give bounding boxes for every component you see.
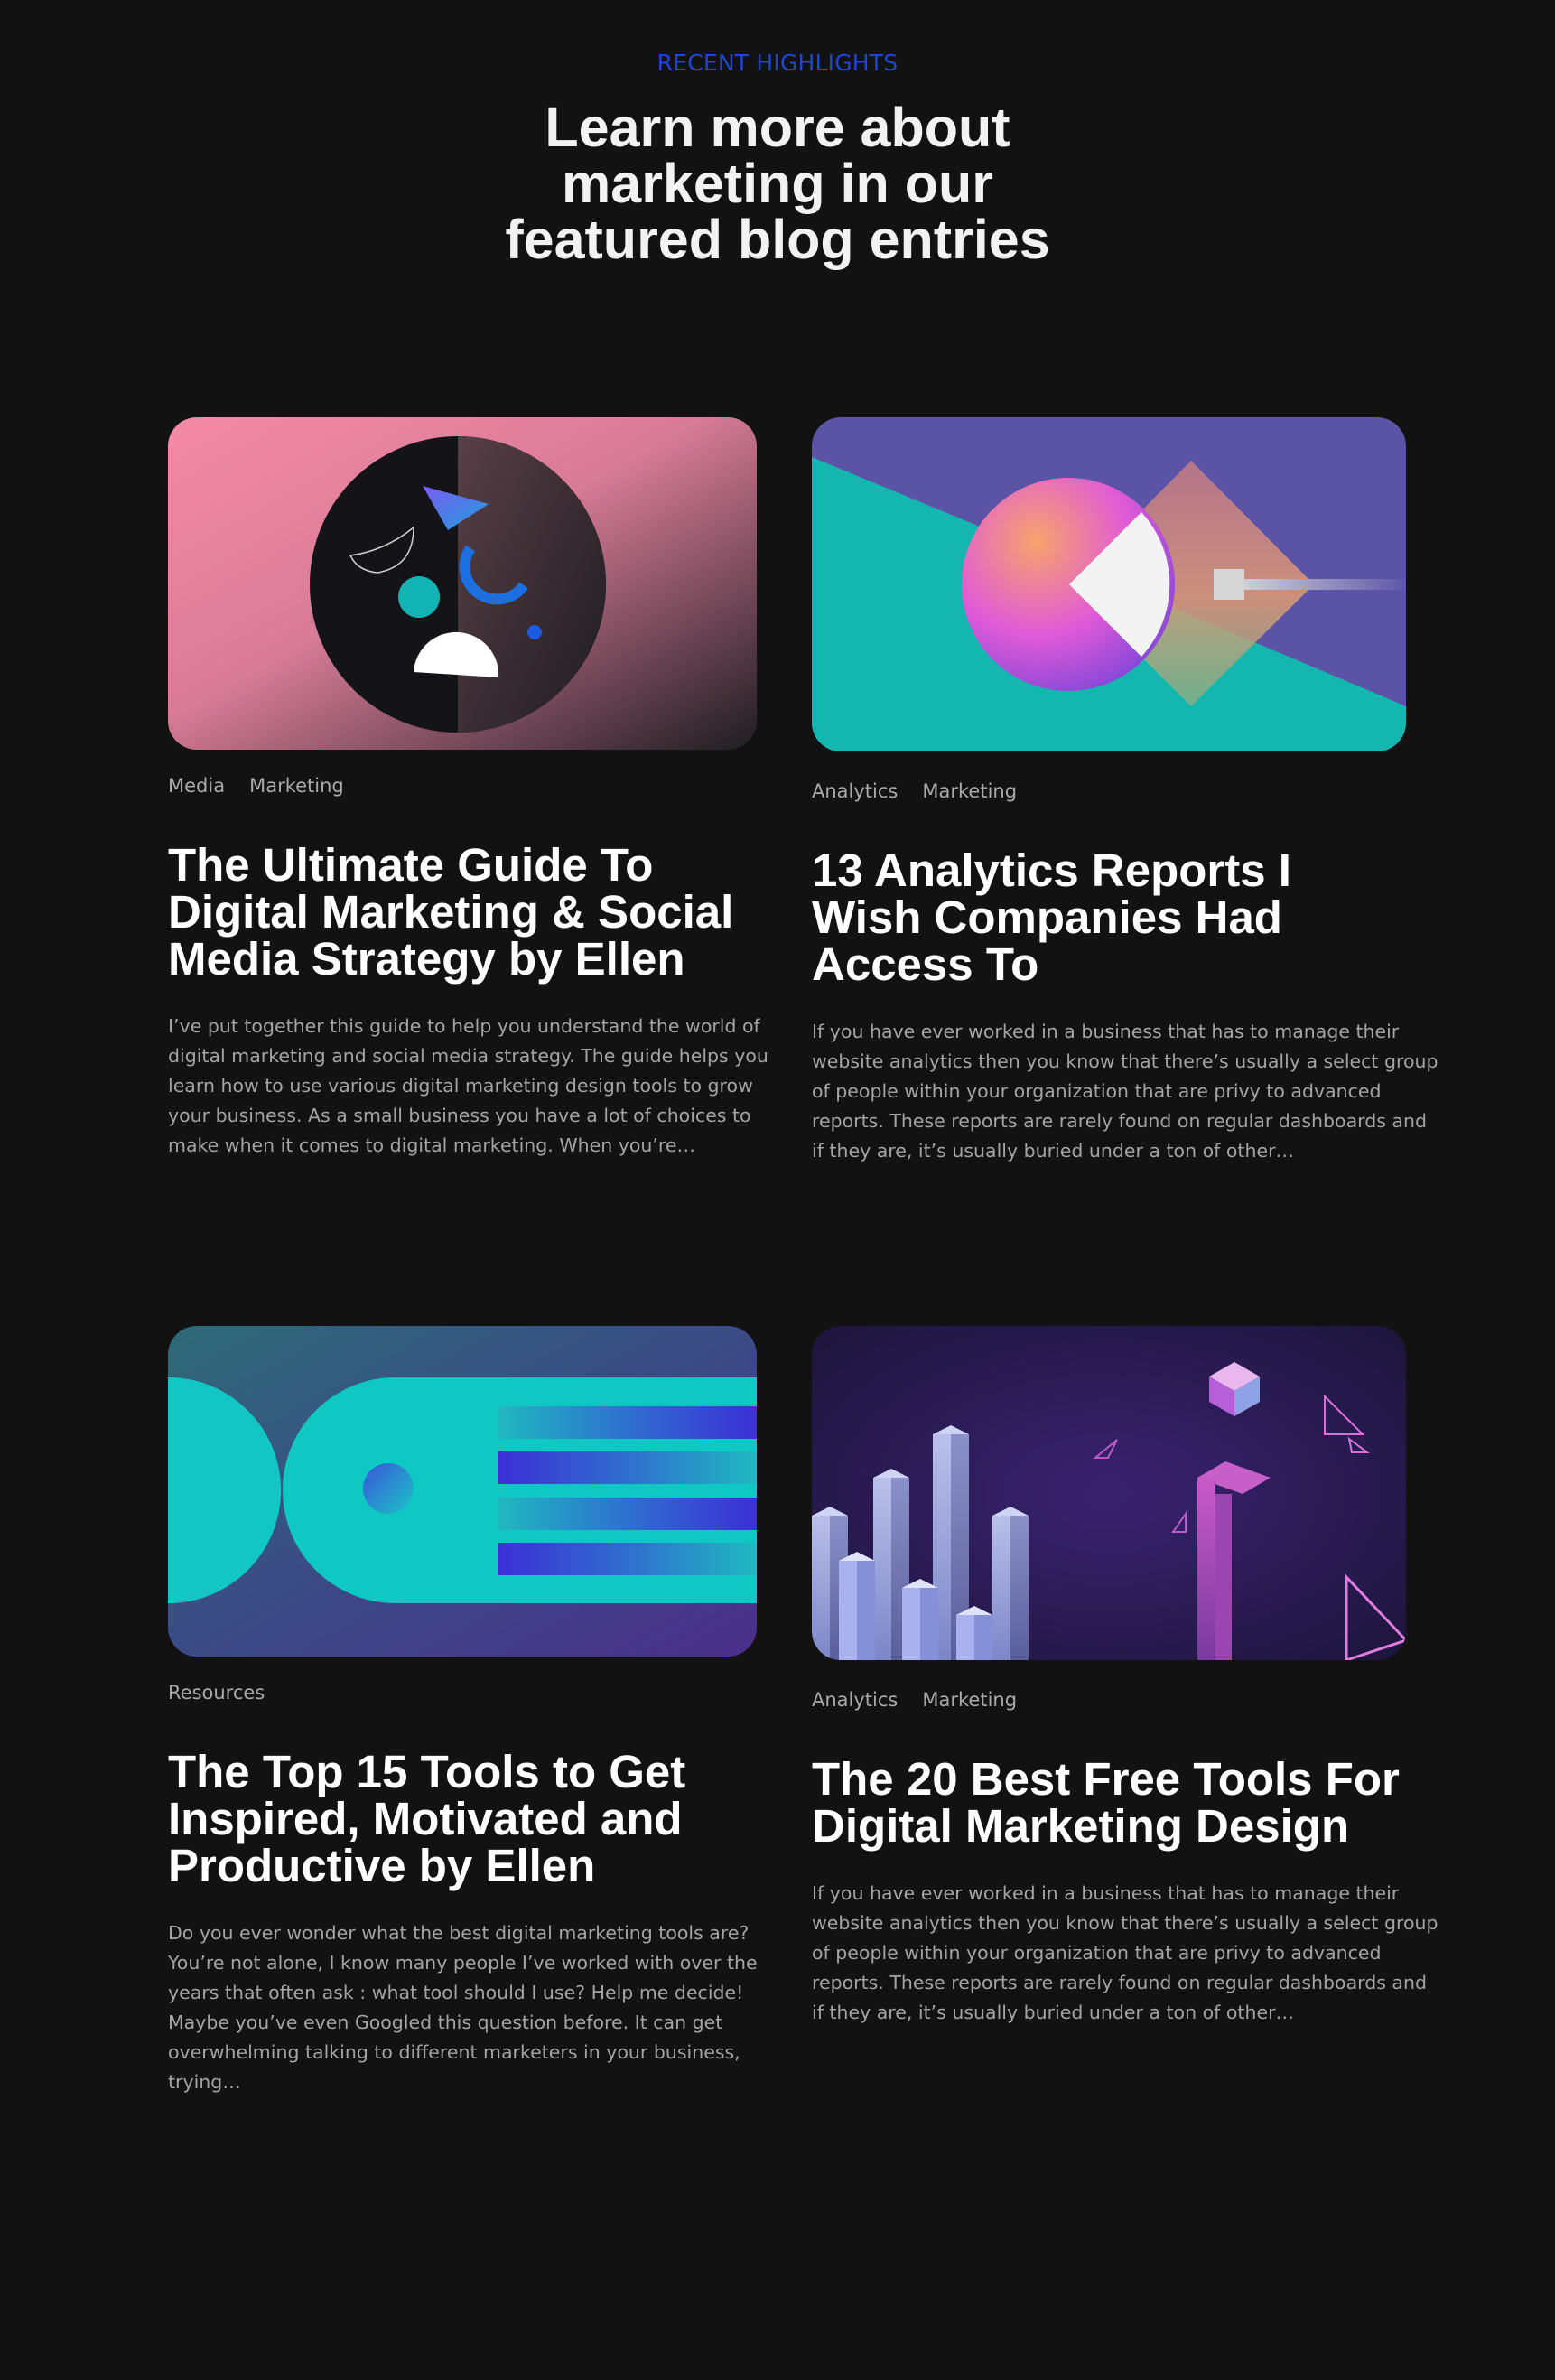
post-title-line: Media Strategy by Ellen	[168, 933, 685, 985]
excerpt-line: I’ve put together this guide to help you…	[168, 1015, 760, 1037]
post-excerpt: I’ve put together this guide to help you…	[168, 1012, 768, 1161]
post-title[interactable]: The Top 15 Tools to Get Inspired, Motiva…	[168, 1749, 757, 1890]
excerpt-line: learn how to use various digital marketi…	[168, 1075, 753, 1097]
post-tags: Resources	[168, 1682, 757, 1703]
tag-link[interactable]: Media	[168, 775, 225, 797]
blog-card: Resources The Top 15 Tools to Get Inspir…	[168, 1326, 758, 2097]
excerpt-line: website analytics then you know that the…	[812, 1912, 1439, 1934]
post-title-line: Productive by Ellen	[168, 1840, 596, 1891]
excerpt-line: digital marketing and social media strat…	[168, 1045, 768, 1067]
blog-card: Analytics Marketing The 20 Best Free Too…	[812, 1326, 1439, 2028]
post-title-line: The Top 15 Tools to Get	[168, 1746, 686, 1797]
excerpt-line: You’re not alone, I know many people I’v…	[168, 1952, 758, 1974]
post-title[interactable]: 13 Analytics Reports I Wish Companies Ha…	[812, 847, 1406, 988]
tag-link[interactable]: Marketing	[922, 780, 1017, 802]
excerpt-line: of people within your organization that …	[812, 1080, 1382, 1102]
post-title-line: Inspired, Motivated and	[168, 1793, 683, 1844]
post-title-line: Digital Marketing Design	[812, 1800, 1350, 1852]
post-image-link[interactable]	[812, 417, 1406, 751]
post-title-line: Digital Marketing & Social	[168, 886, 734, 938]
post-image-link[interactable]	[812, 1326, 1406, 1660]
post-image-link[interactable]	[168, 1326, 757, 1657]
post-title[interactable]: The 20 Best Free Tools For Digital Marke…	[812, 1756, 1406, 1850]
section-eyebrow: RECENT HIGHLIGHTS	[656, 50, 899, 76]
teal-stripes-illustration	[168, 1326, 757, 1657]
excerpt-line: If you have ever worked in a business th…	[812, 1882, 1400, 1904]
headline-line: featured blog entries	[505, 209, 1050, 270]
excerpt-line: If you have ever worked in a business th…	[812, 1021, 1400, 1042]
excerpt-line: make when it comes to digital marketing.…	[168, 1134, 695, 1156]
post-title-line: 13 Analytics Reports I	[812, 845, 1291, 896]
tag-link[interactable]: Analytics	[812, 1689, 898, 1711]
tag-link[interactable]: Marketing	[249, 775, 344, 797]
tag-link[interactable]: Analytics	[812, 780, 898, 802]
excerpt-line: your business. As a small business you h…	[168, 1105, 751, 1126]
post-title-line: Wish Companies Had	[812, 891, 1282, 943]
excerpt-line: if they are, it’s usually buried under a…	[812, 2002, 1295, 2023]
post-excerpt: Do you ever wonder what the best digital…	[168, 1918, 758, 2097]
post-excerpt: If you have ever worked in a business th…	[812, 1017, 1439, 1166]
post-title-line: The Ultimate Guide To	[168, 839, 654, 891]
tag-link[interactable]: Marketing	[922, 1689, 1017, 1711]
post-title-line: Access To	[812, 938, 1039, 990]
excerpt-line: website analytics then you know that the…	[812, 1050, 1439, 1072]
post-excerpt: If you have ever worked in a business th…	[812, 1879, 1439, 2028]
tag-link[interactable]: Resources	[168, 1682, 265, 1703]
excerpt-line: overwhelming talking to different market…	[168, 2041, 740, 2063]
abstract-shapes-illustration	[168, 417, 757, 750]
section-headline: Learn more about marketing in our featur…	[416, 99, 1139, 267]
excerpt-line: reports. These reports are rarely found …	[812, 1110, 1427, 1132]
post-tags: Media Marketing	[168, 775, 757, 797]
blog-card: Analytics Marketing 13 Analytics Reports…	[812, 417, 1439, 1166]
post-title[interactable]: The Ultimate Guide To Digital Marketing …	[168, 842, 757, 983]
excerpt-line: years that often ask : what tool should …	[168, 1982, 744, 2003]
isometric-bars-illustration	[812, 1326, 1406, 1660]
headline-line: Learn more about	[545, 97, 1010, 158]
headline-line: marketing in our	[562, 153, 993, 214]
excerpt-line: trying…	[168, 2071, 241, 2093]
excerpt-line: if they are, it’s usually buried under a…	[812, 1140, 1295, 1162]
excerpt-line: Maybe you’ve even Googled this question …	[168, 2011, 723, 2033]
gradient-circle-diamond-illustration	[812, 417, 1406, 751]
post-image-link[interactable]	[168, 417, 757, 750]
blog-card: Media Marketing The Ultimate Guide To Di…	[168, 417, 768, 1161]
excerpt-line: Do you ever wonder what the best digital…	[168, 1922, 750, 1944]
post-tags: Analytics Marketing	[812, 780, 1406, 802]
post-tags: Analytics Marketing	[812, 1689, 1406, 1711]
excerpt-line: of people within your organization that …	[812, 1942, 1382, 1964]
excerpt-line: reports. These reports are rarely found …	[812, 1972, 1427, 1993]
post-title-line: The 20 Best Free Tools For	[812, 1753, 1400, 1805]
